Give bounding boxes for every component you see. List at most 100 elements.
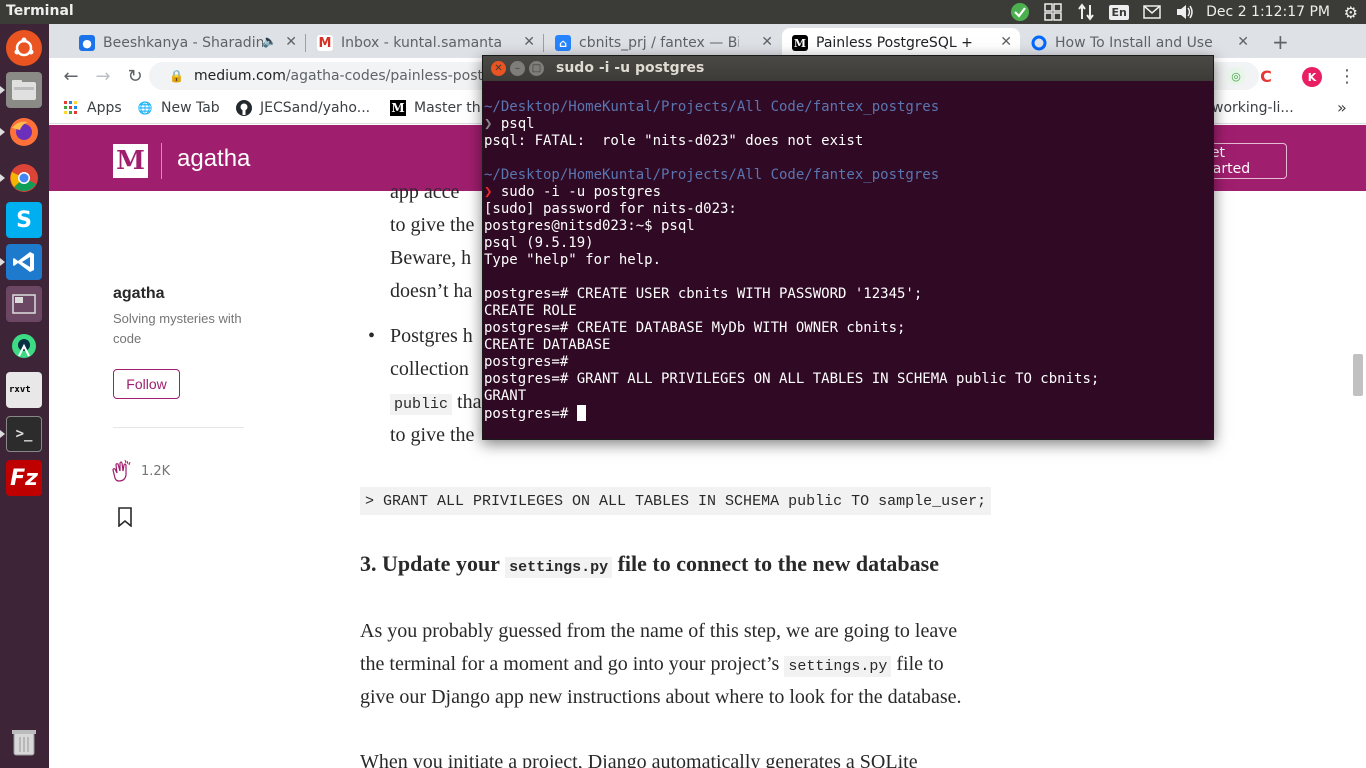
firefox-icon[interactable] — [6, 114, 42, 150]
tab-favicon-icon: ● — [79, 35, 95, 51]
terminal-line: ~/Desktop/HomeKuntal/Projects/All Code/f… — [484, 99, 940, 115]
update-check-icon[interactable] — [1008, 0, 1032, 24]
terminal-line: postgres=# GRANT ALL PRIVILEGES ON ALL T… — [484, 371, 1100, 387]
new-tab-button[interactable]: + — [1272, 30, 1289, 54]
terminal-line: psql: FATAL: role "nits-d023" does not e… — [484, 133, 864, 149]
network-arrows-icon[interactable] — [1074, 0, 1098, 24]
terminal-line: ~/Desktop/HomeKuntal/Projects/All Code/f… — [484, 167, 940, 183]
reload-icon[interactable]: ↻ — [123, 64, 147, 88]
close-window-icon[interactable]: ✕ — [491, 61, 506, 76]
author-name[interactable]: agatha — [113, 285, 253, 303]
clap-icon[interactable] — [109, 458, 135, 484]
clap-counter[interactable]: 1.2K — [109, 458, 170, 484]
skype-icon[interactable]: S — [6, 202, 42, 238]
terminal-line: postgres=# CREATE DATABASE MyDb WITH OWN… — [484, 320, 906, 336]
running-indicator — [0, 258, 5, 266]
browser-tab-active[interactable]: M Painless PostgreSQL + Dja ✕ — [782, 28, 1020, 58]
author-bio: Solving mysteries with code — [113, 311, 242, 346]
bookmark-working[interactable]: working-li... — [1212, 100, 1294, 116]
close-tab-icon[interactable]: ✕ — [1237, 34, 1249, 50]
terminal-title: sudo -i -u postgres — [556, 60, 705, 76]
workspaces-icon[interactable] — [1041, 0, 1065, 24]
code-block: > GRANT ALL PRIVILEGES ON ALL TABLES IN … — [360, 487, 992, 515]
terminal-line: postgres=# CREATE USER cbnits WITH PASSW… — [484, 286, 923, 302]
volume-icon[interactable] — [1173, 0, 1197, 24]
digitalocean-icon — [1031, 35, 1047, 51]
close-tab-icon[interactable]: ✕ — [285, 34, 297, 50]
top-panel: Terminal En Dec 2 1:12:17 PM ⚙ — [0, 0, 1366, 24]
lock-icon: 🔒 — [169, 69, 184, 83]
mail-icon[interactable] — [1140, 0, 1164, 24]
minimize-window-icon[interactable]: – — [510, 61, 525, 76]
terminal-window[interactable]: ✕ – □ sudo -i -u postgres ~/Desktop/Home… — [482, 55, 1214, 440]
android-studio-icon[interactable] — [6, 328, 42, 364]
system-tray: En Dec 2 1:12:17 PM — [1008, 0, 1366, 24]
close-tab-icon[interactable]: ✕ — [761, 34, 773, 50]
tab-strip: ● Beeshkanya - Sharadin 🔈 ✕ M Inbox - ku… — [49, 24, 1366, 58]
more-bookmarks-icon[interactable]: » — [1337, 98, 1347, 117]
audio-playing-icon[interactable]: 🔈 — [262, 34, 277, 48]
back-arrow-icon[interactable]: ← — [59, 64, 83, 88]
bookmark-medium[interactable]: M Master th — [390, 100, 481, 116]
running-indicator — [0, 430, 5, 438]
running-indicator — [0, 128, 5, 136]
follow-button[interactable]: Follow — [113, 369, 180, 399]
terminal-line: GRANT — [484, 388, 527, 404]
extension-icon[interactable]: C — [1257, 67, 1275, 86]
prompt-symbol: ❯ — [484, 116, 501, 132]
clock[interactable]: Dec 2 1:12:17 PM — [1206, 4, 1330, 20]
bookmark-icon[interactable] — [117, 507, 133, 527]
close-tab-icon[interactable]: ✕ — [523, 34, 535, 50]
terminal-output[interactable]: ~/Desktop/HomeKuntal/Projects/All Code/f… — [484, 81, 1212, 439]
list-bullet: • — [368, 325, 376, 347]
medium-logo[interactable]: M — [113, 144, 148, 178]
maximize-window-icon[interactable]: □ — [529, 61, 544, 76]
filezilla-icon[interactable]: Fz — [6, 460, 42, 496]
terminal-line: Type "help" for help. — [484, 252, 662, 268]
page-scrollbar[interactable] — [1353, 354, 1363, 396]
running-indicator — [0, 174, 5, 182]
terminal-input-line[interactable]: postgres=# — [484, 405, 1212, 422]
terminal-line: CREATE ROLE — [484, 303, 577, 319]
terminal-icon[interactable]: >_ — [6, 416, 42, 452]
power-gear-icon[interactable]: ⚙ — [1344, 3, 1358, 22]
forward-arrow-icon[interactable]: → — [91, 64, 115, 88]
medium-icon: M — [390, 100, 406, 116]
browser-tab[interactable]: M Inbox - kuntal.samanta@ ✕ — [307, 28, 543, 58]
vscode-icon[interactable] — [6, 244, 42, 280]
bitbucket-icon: ⌂ — [555, 35, 571, 51]
publication-name[interactable]: agatha — [177, 145, 250, 173]
bookmark-new-tab[interactable]: 🌐 New Tab — [137, 100, 220, 116]
profile-avatar[interactable]: K — [1302, 67, 1322, 87]
terminal-line: ❯ psql — [484, 116, 535, 132]
browser-tab[interactable]: ⌂ cbnits_prj / fantex — Bitb ✕ — [545, 28, 781, 58]
ubuntu-software-icon[interactable] — [6, 30, 42, 66]
browser-menu-icon[interactable]: ⋮ — [1335, 64, 1359, 88]
terminal-cursor — [576, 405, 586, 421]
browser-tab[interactable]: ● Beeshkanya - Sharadin 🔈 ✕ — [69, 28, 305, 58]
bookmark-apps[interactable]: Apps — [63, 100, 122, 116]
running-indicator — [0, 86, 5, 94]
github-icon — [236, 100, 252, 116]
chrome-icon[interactable] — [6, 160, 42, 196]
inline-code: public — [390, 394, 453, 415]
workspace-switcher-icon[interactable] — [6, 286, 42, 322]
rxvt-icon[interactable]: rxvt — [6, 372, 42, 408]
author-sidebar: agatha Solving mysteries with code — [113, 285, 253, 349]
section-heading: 3. Update your settings.py file to conne… — [360, 551, 939, 578]
active-app-name[interactable]: Terminal — [6, 3, 74, 19]
terminal-line: psql (9.5.19) — [484, 235, 594, 251]
keyboard-layout-indicator[interactable]: En — [1107, 0, 1131, 24]
browser-tab[interactable]: How To Install and Use Po ✕ — [1021, 28, 1257, 58]
bookmark-github[interactable]: JECSand/yaho... — [236, 100, 370, 116]
globe-icon: 🌐 — [137, 101, 153, 115]
close-tab-icon[interactable]: ✕ — [1000, 34, 1012, 50]
terminal-line: ❯ sudo -i -u postgres — [484, 184, 662, 200]
terminal-line: CREATE DATABASE — [484, 337, 611, 353]
files-icon[interactable] — [6, 72, 42, 108]
terminal-titlebar[interactable]: ✕ – □ sudo -i -u postgres — [483, 56, 1213, 81]
extension-icon[interactable]: ◎ — [1227, 67, 1245, 85]
trash-icon[interactable] — [6, 724, 42, 760]
